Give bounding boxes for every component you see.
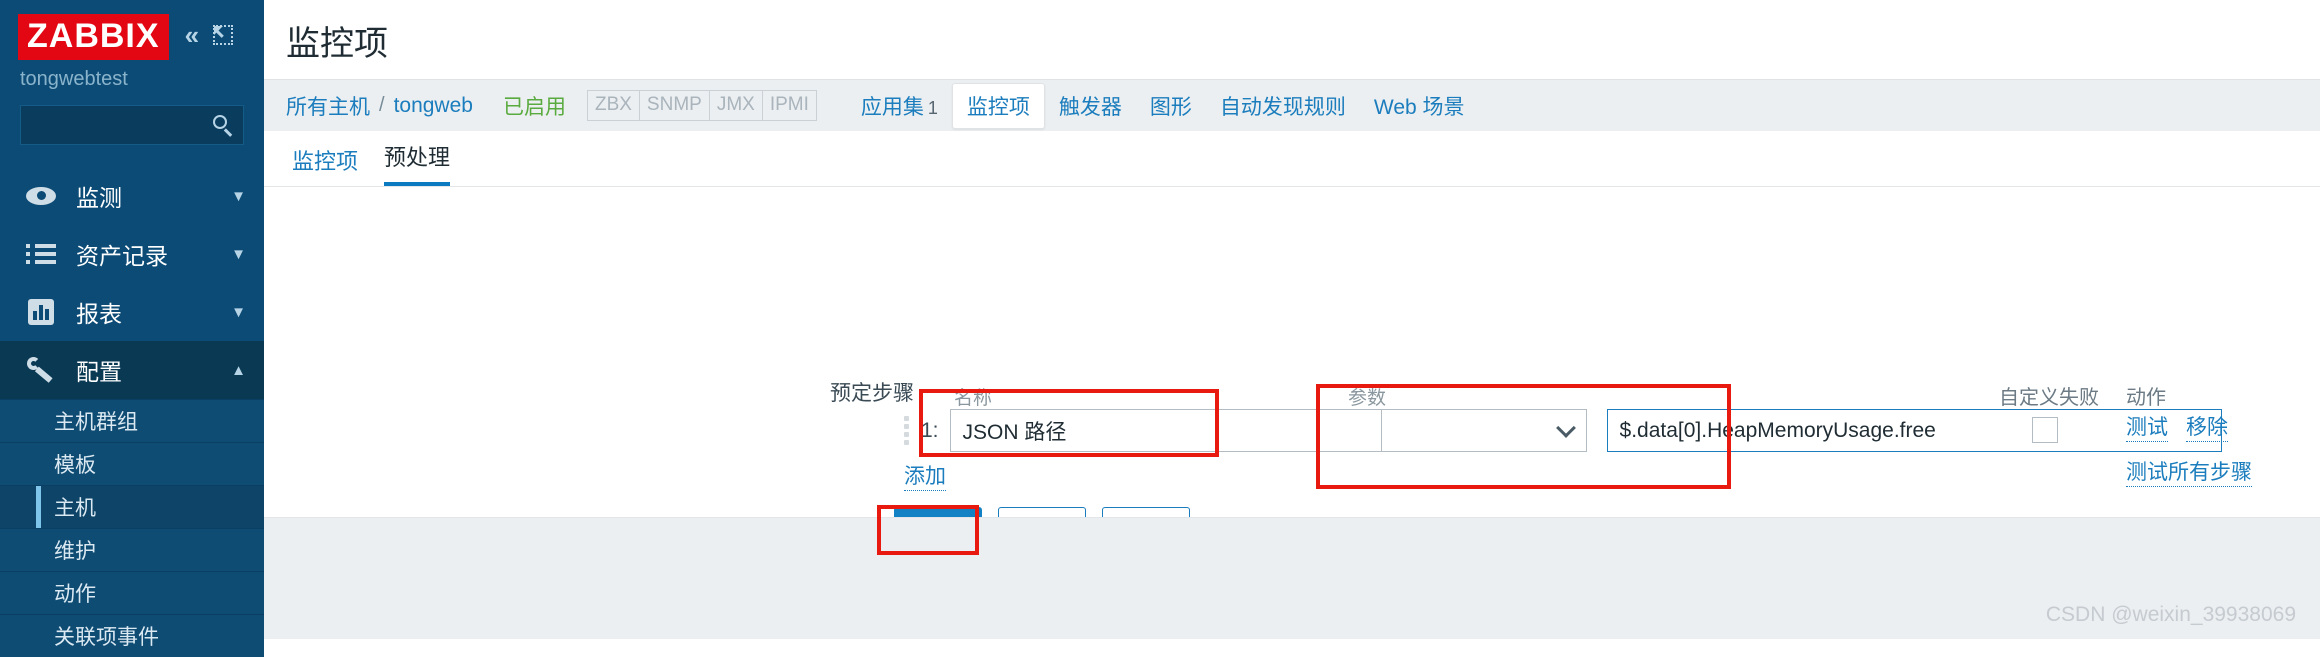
status-badge[interactable]: 已启用 [503,91,566,121]
tab-count: 1 [927,97,938,118]
search-input[interactable] [21,106,243,144]
search-icon[interactable] [213,115,233,137]
step-type-value: JSON 路径 [962,420,1067,444]
sidebar-item-monitoring[interactable]: 监测 ▼ [0,167,264,225]
remove-step-link[interactable]: 移除 [2186,415,2228,443]
protocol-badges: ZBX SNMP JMX IPMI [586,90,817,121]
sidebar-item-inventory[interactable]: 资产记录 ▼ [0,225,264,283]
sidebar-subitem-label: 模板 [54,454,96,477]
sidebar-subitem-maintenance[interactable]: 维护 [0,528,264,571]
tab-discovery-rules[interactable]: 自动发现规则 [1206,84,1360,128]
sidebar-item-label: 报表 [76,301,122,327]
sidebar-item-configuration[interactable]: 配置 ▲ [0,341,264,399]
sidebar-subitem-label: 主机群组 [54,411,138,434]
sidebar-subitem-label: 维护 [54,540,96,563]
sidebar-header-icons: « [185,14,234,48]
tab-label: Web 场景 [1373,95,1465,119]
chevrons-left-icon[interactable]: « [185,22,199,48]
sidebar-subitem-label: 动作 [54,583,96,606]
badge-ipmi: IPMI [761,90,817,121]
drag-handle-icon[interactable] [904,416,909,445]
content-panel: 监控项 预处理 预定步骤 名称 参数 自定义失败 动作 1: JSON 路径 $… [264,131,2320,639]
test-all-steps-link[interactable]: 测试所有步骤 [2126,460,2252,488]
tab-label: 图形 [1149,95,1192,119]
row-action-links: 测试 移除 [2126,415,2228,443]
wrench-icon [26,355,56,385]
test-step-link[interactable]: 测试 [2126,415,2168,443]
column-header-custom-failure: 自定义失败 [1999,387,2099,409]
sidebar-item-label: 配置 [76,359,122,385]
tab-label: 自动发现规则 [1219,95,1346,119]
sidebar-item-label: 监测 [76,185,122,211]
step-type-select[interactable]: JSON 路径 [949,409,1382,452]
subtab-item[interactable]: 监控项 [292,144,358,186]
predefined-steps-label: 预定步骤 [830,382,914,405]
form-subtabs: 监控项 预处理 [264,131,2320,187]
sidebar-subitem-templates[interactable]: 模板 [0,442,264,485]
sidebar-header: ZABBIX « [0,0,264,60]
tab-web-scenarios[interactable]: Web 场景 [1360,84,1479,128]
eye-icon [26,181,56,211]
tab-label: 触发器 [1058,95,1122,119]
tab-triggers[interactable]: 触发器 [1045,84,1136,128]
app-root: ZABBIX « tongwebtest 监测 ▼ 资产记录 ▼ 报表 ▼ 配置… [0,0,2320,657]
chevron-down-icon[interactable]: ▼ [231,189,246,204]
preprocessing-form: 预定步骤 名称 参数 自定义失败 动作 1: JSON 路径 $.data[0]… [264,187,2320,555]
badge-jmx: JMX [708,90,763,121]
page-title: 监控项 [286,25,388,63]
tab-label: 监控项 [966,95,1030,119]
sidebar-subitem-correlation-events[interactable]: 关联项事件 [0,614,264,657]
breadcrumb: 所有主机 / tongweb 已启用 ZBX SNMP JMX IPMI 应用集… [264,79,2320,131]
sidebar-subitem-label: 主机 [54,497,96,520]
breadcrumb-all-hosts[interactable]: 所有主机 [286,91,370,121]
sidebar-subitem-host-groups[interactable]: 主机群组 [0,399,264,442]
chevron-down-icon[interactable]: ▼ [231,305,246,320]
entity-tabs: 应用集 1 监控项 触发器 图形 自动发现规则 Web 场景 [847,82,1479,129]
chevron-up-icon[interactable]: ▲ [231,363,246,378]
sidebar: ZABBIX « tongwebtest 监测 ▼ 资产记录 ▼ 报表 ▼ 配置… [0,0,264,657]
breadcrumb-separator: / [379,94,385,116]
preprocessing-step-row: 1: JSON 路径 [904,409,2222,452]
add-step-link[interactable]: 添加 [904,464,946,492]
watermark: CSDN @weixin_39938069 [2045,603,2296,626]
page-footer-strip [264,517,2320,639]
column-header-action: 动作 [2126,387,2166,409]
main-area: 监控项 所有主机 / tongweb 已启用 ZBX SNMP JMX IPMI… [264,0,2320,639]
step-number: 1: [921,418,939,442]
chart-icon [26,297,56,327]
expand-icon[interactable] [213,25,234,45]
chevron-down-icon[interactable]: ▼ [231,247,246,262]
column-header-name: 名称 [954,388,993,409]
sidebar-search-wrap [0,103,264,167]
subtab-preprocessing[interactable]: 预处理 [384,140,451,186]
zabbix-logo[interactable]: ZABBIX [18,14,169,60]
column-header-parameters: 参数 [1348,388,1387,409]
sidebar-subitem-label: 关联项事件 [54,626,159,649]
sidebar-subitem-hosts[interactable]: 主机 [0,485,264,528]
tab-graphs[interactable]: 图形 [1136,84,1206,128]
sidebar-subitem-actions[interactable]: 动作 [0,571,264,614]
sidebar-username: tongwebtest [20,68,128,90]
sidebar-item-label: 资产记录 [76,243,168,269]
tab-items[interactable]: 监控项 [951,82,1045,129]
custom-failure-checkbox[interactable] [2032,417,2058,443]
list-icon [26,239,56,269]
chevron-down-icon[interactable] [1555,417,1576,438]
breadcrumb-host[interactable]: tongweb [394,94,473,118]
step-type-select-tail[interactable] [1381,409,1587,452]
tab-label: 应用集 [860,95,924,119]
badge-snmp: SNMP [638,90,710,121]
sidebar-item-reports[interactable]: 报表 ▼ [0,283,264,341]
search-box[interactable] [20,105,244,145]
badge-zbx: ZBX [586,90,640,121]
tab-applications[interactable]: 应用集 1 [847,84,952,128]
